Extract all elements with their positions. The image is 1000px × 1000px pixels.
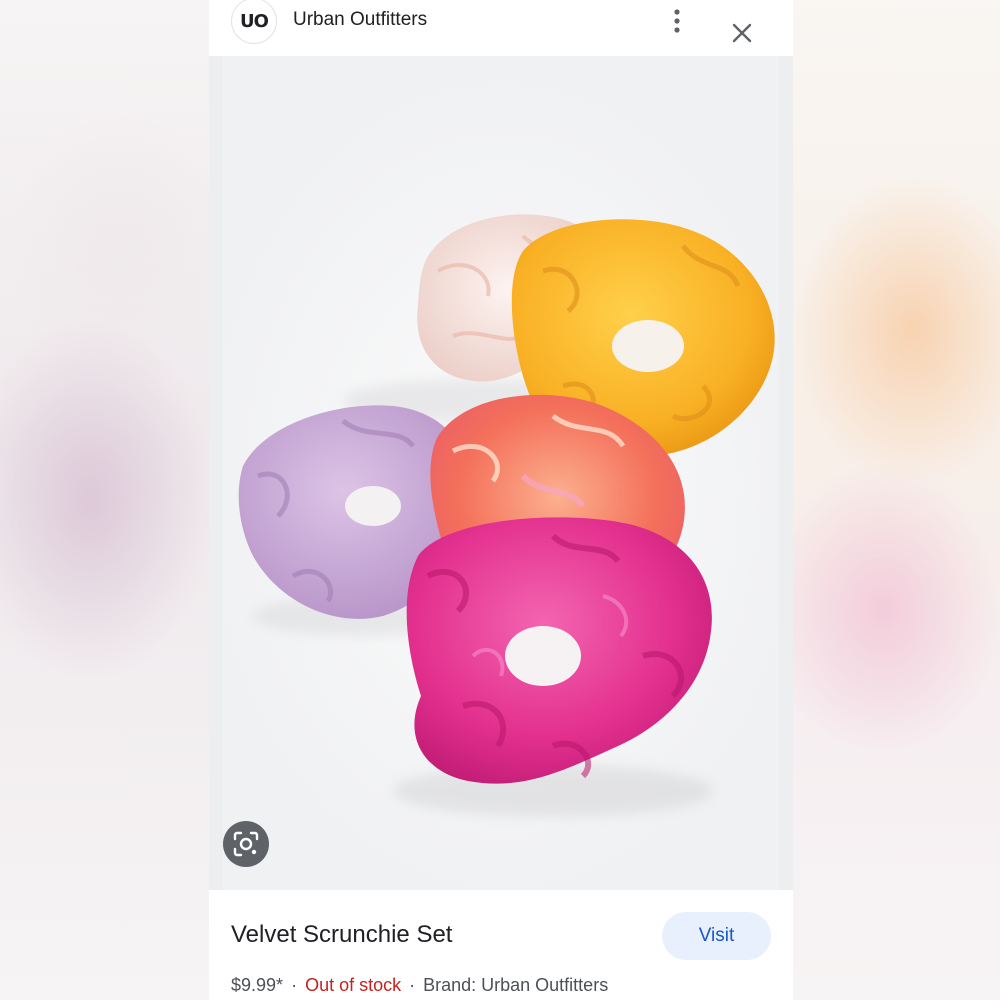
scrunchies-illustration xyxy=(238,214,775,817)
product-price: $9.99* xyxy=(231,975,284,995)
product-info: Velvet Scrunchie Set Visit $9.99* · Out of… xyxy=(209,890,793,1000)
close-icon xyxy=(732,23,752,43)
product-title[interactable]: Velvet Scrunchie Set xyxy=(231,921,452,949)
scrunchie-pink xyxy=(406,517,712,784)
source-logo[interactable]: UO xyxy=(231,0,277,44)
product-photo[interactable] xyxy=(223,56,779,890)
product-image-area xyxy=(209,56,793,890)
more-options-button[interactable] xyxy=(665,6,689,36)
source-name[interactable]: Urban Outfitters xyxy=(293,9,427,31)
close-button[interactable] xyxy=(725,16,759,50)
blurred-background-left xyxy=(0,0,209,1000)
lens-search-icon xyxy=(233,831,259,857)
meta-separator: · xyxy=(409,975,416,995)
blurred-background-right xyxy=(793,0,1000,1000)
product-meta: $9.99* · Out of stock · Brand: Urban Outfitt… xyxy=(231,975,608,996)
stock-status: Out of stock xyxy=(305,975,402,995)
lens-search-button[interactable] xyxy=(223,821,269,867)
screen: UO Urban Outfitters Velvet Scrunchie Set… xyxy=(0,0,1000,1000)
preview-header: UO Urban Outfitters xyxy=(209,0,793,56)
product-brand: Brand: Urban Outfitters xyxy=(423,975,609,995)
meta-separator: · xyxy=(291,975,298,995)
visit-button[interactable]: Visit xyxy=(662,912,771,960)
more-vertical-icon xyxy=(674,9,680,33)
image-preview-panel: UO Urban Outfitters Velvet Scrunchie Set… xyxy=(209,0,793,1000)
